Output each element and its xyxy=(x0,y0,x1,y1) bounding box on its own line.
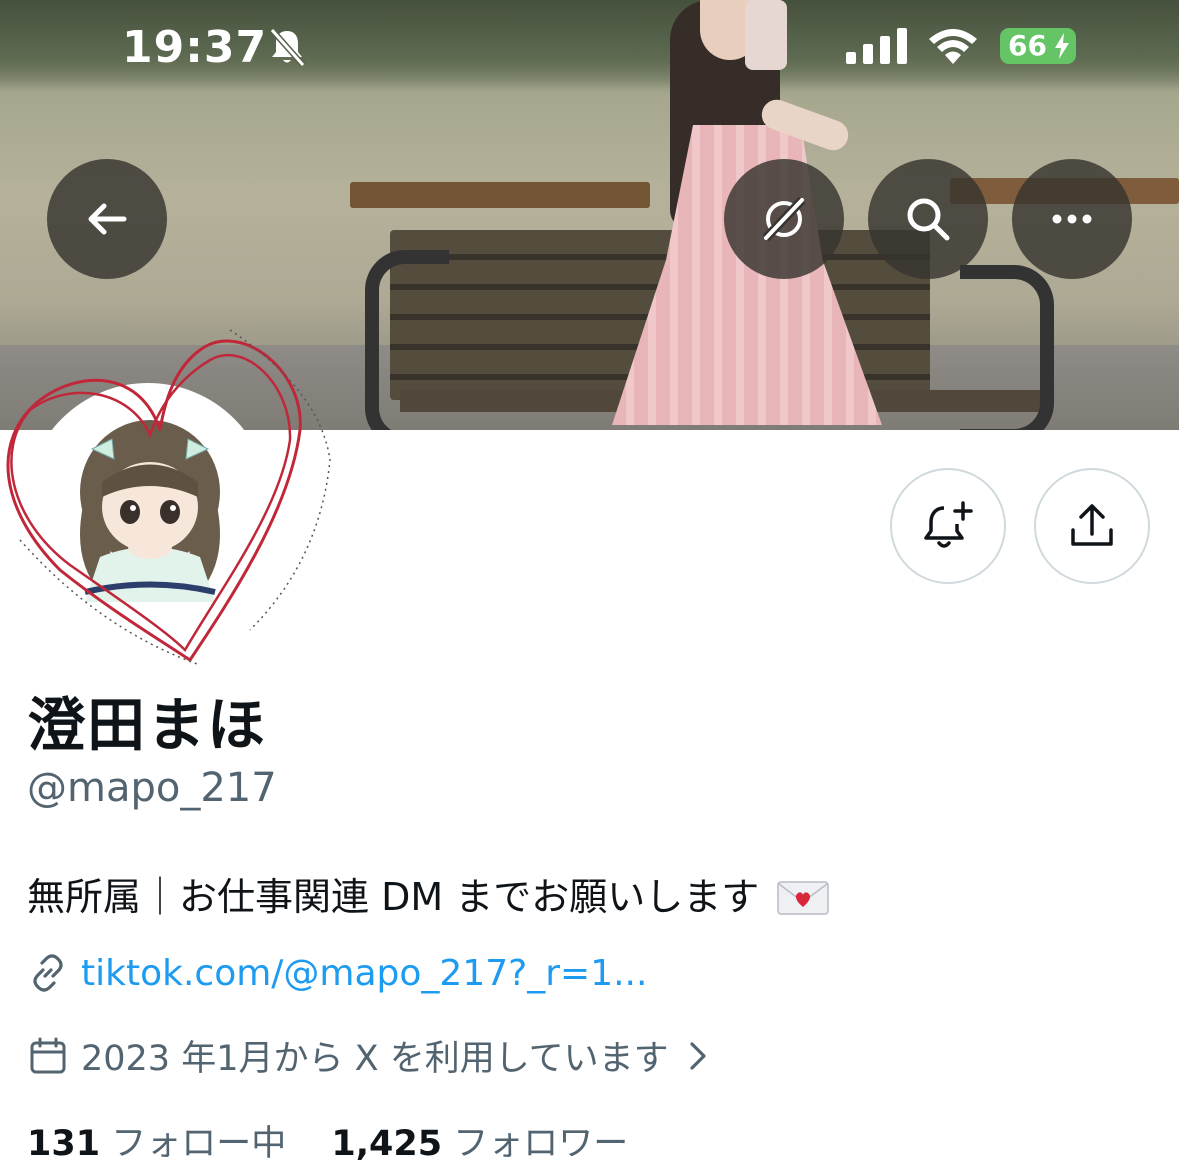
back-button[interactable] xyxy=(47,159,167,279)
joined-date-text: 2023 年1月から X を利用しています xyxy=(81,1039,669,1079)
follow-stats: 131 フォロー中 1,425 フォロワー xyxy=(27,1115,662,1166)
grok-icon xyxy=(762,196,806,242)
followers-label: フォロワー xyxy=(453,1124,629,1164)
bell-slash-icon xyxy=(269,28,306,67)
username-handle: @mapo_217 xyxy=(27,765,277,811)
calendar-icon xyxy=(30,1037,66,1073)
more-icon xyxy=(1052,214,1092,224)
back-arrow-icon xyxy=(88,203,127,235)
followers-count: 1,425 xyxy=(331,1124,443,1164)
wifi-icon xyxy=(929,29,977,64)
chevron-right-icon xyxy=(690,1041,706,1070)
bio: 無所属｜お仕事関連 DM までお願いします xyxy=(27,866,830,921)
signal-icon xyxy=(846,28,907,64)
joined-date[interactable]: 2023 年1月から X を利用しています xyxy=(27,1030,713,1081)
link-icon xyxy=(33,954,63,992)
share-icon xyxy=(1071,504,1113,546)
search-button[interactable] xyxy=(868,159,988,279)
following-label: フォロー中 xyxy=(111,1124,287,1164)
love-letter-icon xyxy=(777,881,830,915)
notification-button[interactable] xyxy=(890,468,1006,584)
avatar[interactable] xyxy=(26,383,270,627)
following-count: 131 xyxy=(27,1124,101,1164)
share-button[interactable] xyxy=(1034,468,1150,584)
search-icon xyxy=(907,198,950,241)
grok-button[interactable] xyxy=(724,159,844,279)
battery-indicator: 66 xyxy=(1000,28,1076,64)
display-name: 澄田まほ xyxy=(27,691,268,759)
notification-add-icon xyxy=(924,501,973,548)
status-time: 19:37 xyxy=(122,22,268,73)
battery-level: 66 xyxy=(1008,29,1047,62)
more-button[interactable] xyxy=(1012,159,1132,279)
followers-link[interactable]: 1,425 フォロワー xyxy=(331,1124,628,1164)
bio-text: 無所属｜お仕事関連 DM までお願いします xyxy=(27,875,760,919)
avatar-illustration xyxy=(30,387,266,623)
status-bar: 19:37 66 xyxy=(0,0,1179,95)
profile-link-text[interactable]: tiktok.com/@mapo_217?_r=1... xyxy=(81,953,647,994)
following-link[interactable]: 131 フォロー中 xyxy=(27,1124,297,1164)
profile-link[interactable]: tiktok.com/@mapo_217?_r=1... xyxy=(27,952,647,994)
battery-charging-icon xyxy=(1055,33,1069,59)
